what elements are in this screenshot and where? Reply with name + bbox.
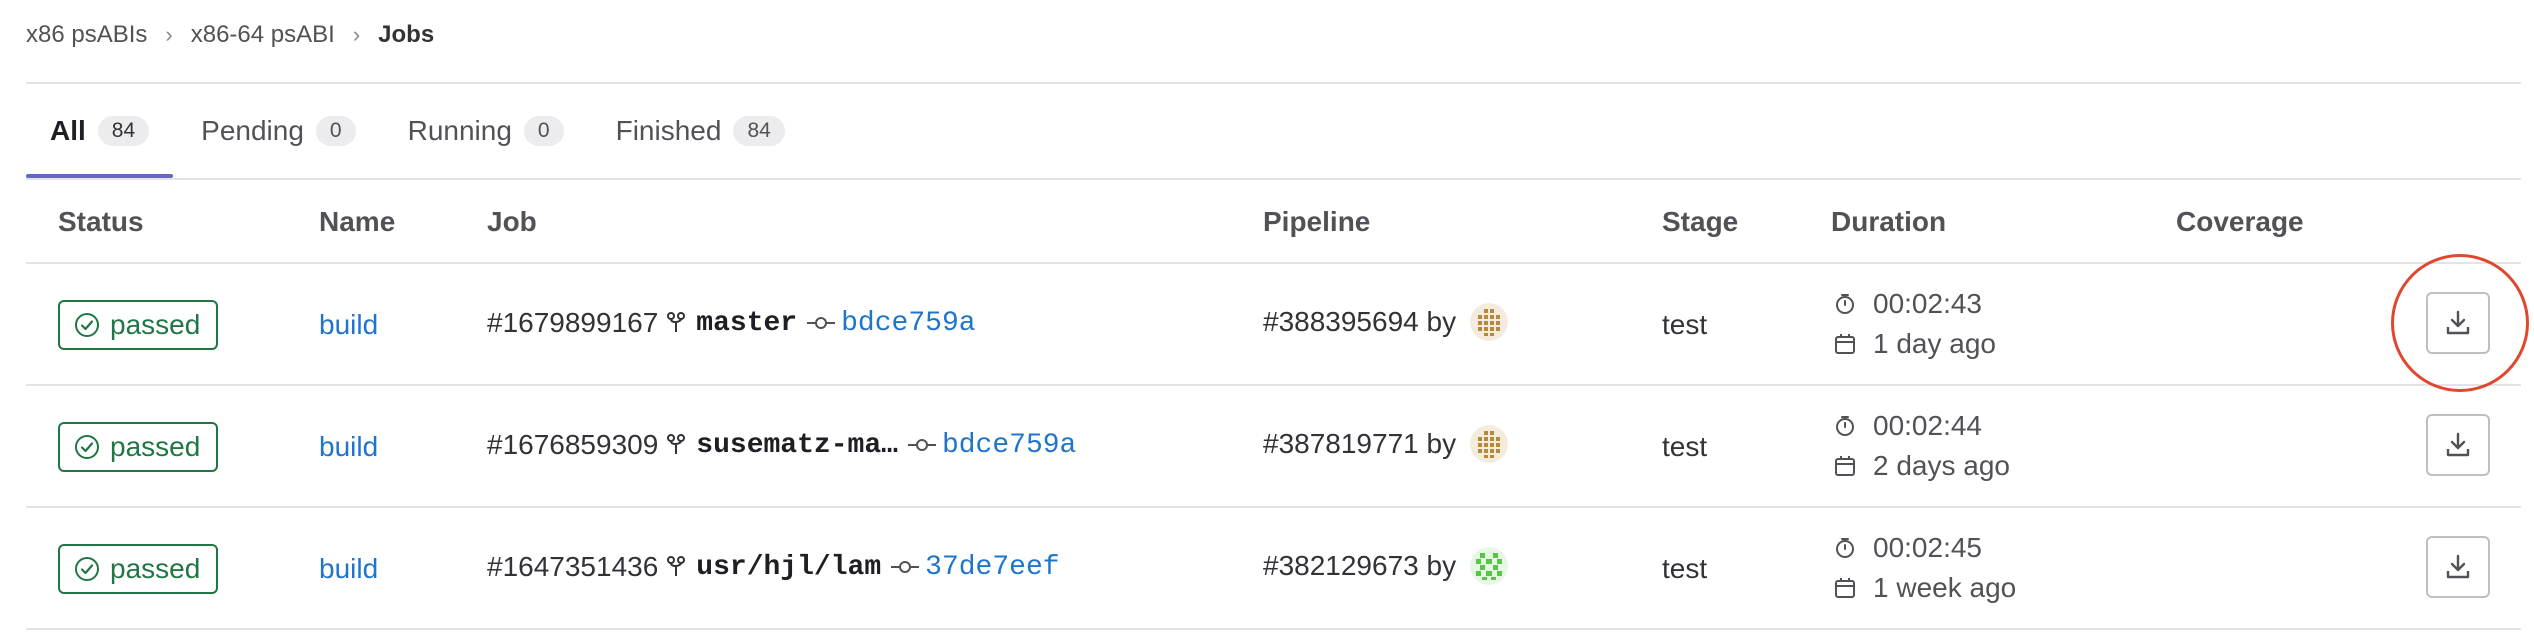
tab-all[interactable]: All 84 xyxy=(26,106,174,178)
job-name-link[interactable]: build xyxy=(319,306,378,344)
download-artifacts-button[interactable] xyxy=(2426,536,2490,598)
duration: 00:02:44 xyxy=(1833,408,1982,444)
breadcrumb: x86 psABIs › x86-64 psABI › Jobs xyxy=(26,20,434,50)
tab-count-badge: 0 xyxy=(315,116,356,146)
tab-running[interactable]: Running 0 xyxy=(384,106,588,156)
duration: 00:02:43 xyxy=(1833,286,1982,322)
download-icon xyxy=(2446,554,2470,579)
check-circle-icon xyxy=(75,557,99,581)
branch-link[interactable]: susematz-ma… xyxy=(696,430,898,461)
duration: 00:02:45 xyxy=(1833,530,1982,566)
divider xyxy=(26,262,2521,264)
divider xyxy=(26,178,2521,180)
column-header-duration: Duration xyxy=(1831,206,1947,237)
check-circle-icon xyxy=(75,435,99,459)
tab-count-badge: 84 xyxy=(733,116,785,146)
calendar-icon xyxy=(1835,578,1855,598)
status-label: passed xyxy=(110,553,201,584)
divider xyxy=(26,82,2521,84)
branch-link[interactable]: usr/hjl/lam xyxy=(696,552,881,583)
chevron-right-icon: › xyxy=(165,22,173,47)
pipeline-link[interactable]: #387819771 by xyxy=(1263,428,1456,460)
stage-label: test xyxy=(1662,431,1708,462)
column-header-pipeline: Pipeline xyxy=(1263,206,1371,237)
duration-value: 00:02:43 xyxy=(1873,288,1982,319)
tab-finished[interactable]: Finished 84 xyxy=(592,106,809,156)
finished-value: 1 day ago xyxy=(1873,328,1996,359)
job-tabs: All 84 Pending 0 Running 0 Finished 84 xyxy=(26,106,809,178)
tab-label: Finished xyxy=(615,115,722,146)
column-header-stage: Stage xyxy=(1662,206,1739,237)
job-id-link[interactable]: #1647351436 xyxy=(487,551,658,583)
tab-label: All xyxy=(50,115,86,146)
job-name-link[interactable]: build xyxy=(319,550,378,588)
pipeline-link[interactable]: #382129673 by xyxy=(1263,550,1456,582)
pipeline-cell: #382129673 by xyxy=(1263,544,1509,588)
stage-label: test xyxy=(1662,553,1708,584)
avatar[interactable] xyxy=(1470,425,1509,463)
job-info: #1679899167 master bdce759a xyxy=(487,303,976,343)
status-badge[interactable]: passed xyxy=(58,300,219,350)
finished-time: 1 week ago xyxy=(1833,570,2016,606)
column-header-name: Name xyxy=(319,206,396,237)
column-header-status: Status xyxy=(58,206,144,237)
commit-sha-link[interactable]: 37de7eef xyxy=(925,552,1059,583)
tab-count-badge: 0 xyxy=(523,116,564,146)
status-badge[interactable]: passed xyxy=(58,544,219,594)
commit-icon xyxy=(807,317,836,329)
job-name-link[interactable]: build xyxy=(319,428,378,466)
stage-label: test xyxy=(1662,309,1708,340)
job-id-link[interactable]: #1676859309 xyxy=(487,429,658,461)
commit-icon xyxy=(907,439,936,451)
chevron-right-icon: › xyxy=(352,22,361,47)
job-info: #1676859309 susematz-ma… bdce759a xyxy=(487,425,1076,465)
commit-icon xyxy=(891,561,920,573)
duration-value: 00:02:44 xyxy=(1873,410,1982,441)
branch-icon xyxy=(667,556,686,576)
status-label: passed xyxy=(110,431,201,462)
job-info: #1647351436 usr/hjl/lam 37de7eef xyxy=(487,547,1060,587)
commit-sha-link[interactable]: bdce759a xyxy=(942,430,1076,461)
job-id-link[interactable]: #1679899167 xyxy=(487,307,658,339)
duration-value: 00:02:45 xyxy=(1873,532,1982,563)
tab-pending[interactable]: Pending 0 xyxy=(177,106,379,156)
commit-sha-link[interactable]: bdce759a xyxy=(841,308,975,339)
breadcrumb-current: Jobs xyxy=(378,21,435,48)
status-label: passed xyxy=(110,309,201,340)
avatar[interactable] xyxy=(1470,547,1509,585)
finished-value: 2 days ago xyxy=(1873,450,2010,481)
timer-icon xyxy=(1836,294,1854,314)
divider xyxy=(26,628,2521,630)
timer-icon xyxy=(1836,416,1854,436)
breadcrumb-item-x86-64-psabi[interactable]: x86-64 psABI xyxy=(191,21,335,49)
column-header-job: Job xyxy=(487,206,537,237)
highlight-circle xyxy=(2391,254,2529,392)
branch-link[interactable]: master xyxy=(696,308,797,339)
column-header-coverage: Coverage xyxy=(2176,206,2304,237)
pipeline-cell: #388395694 by xyxy=(1263,300,1509,344)
check-circle-icon xyxy=(75,313,99,337)
finished-time: 1 day ago xyxy=(1833,326,1996,362)
finished-time: 2 days ago xyxy=(1833,448,2010,484)
status-badge[interactable]: passed xyxy=(58,422,219,472)
branch-icon xyxy=(667,434,686,454)
download-artifacts-button[interactable] xyxy=(2426,414,2490,476)
pipeline-link[interactable]: #388395694 by xyxy=(1263,306,1456,338)
timer-icon xyxy=(1836,538,1854,558)
download-icon xyxy=(2446,432,2470,457)
tab-count-badge: 84 xyxy=(97,116,150,146)
finished-value: 1 week ago xyxy=(1873,572,2017,603)
tab-label: Pending xyxy=(201,115,304,146)
divider xyxy=(26,384,2521,386)
branch-icon xyxy=(667,312,686,332)
pipeline-cell: #387819771 by xyxy=(1263,422,1509,466)
calendar-icon xyxy=(1835,334,1855,354)
breadcrumb-item-x86-psabis[interactable]: x86 psABIs xyxy=(26,21,147,49)
divider xyxy=(26,506,2521,508)
calendar-icon xyxy=(1835,456,1855,476)
avatar[interactable] xyxy=(1470,303,1509,341)
tab-label: Running xyxy=(407,115,512,146)
